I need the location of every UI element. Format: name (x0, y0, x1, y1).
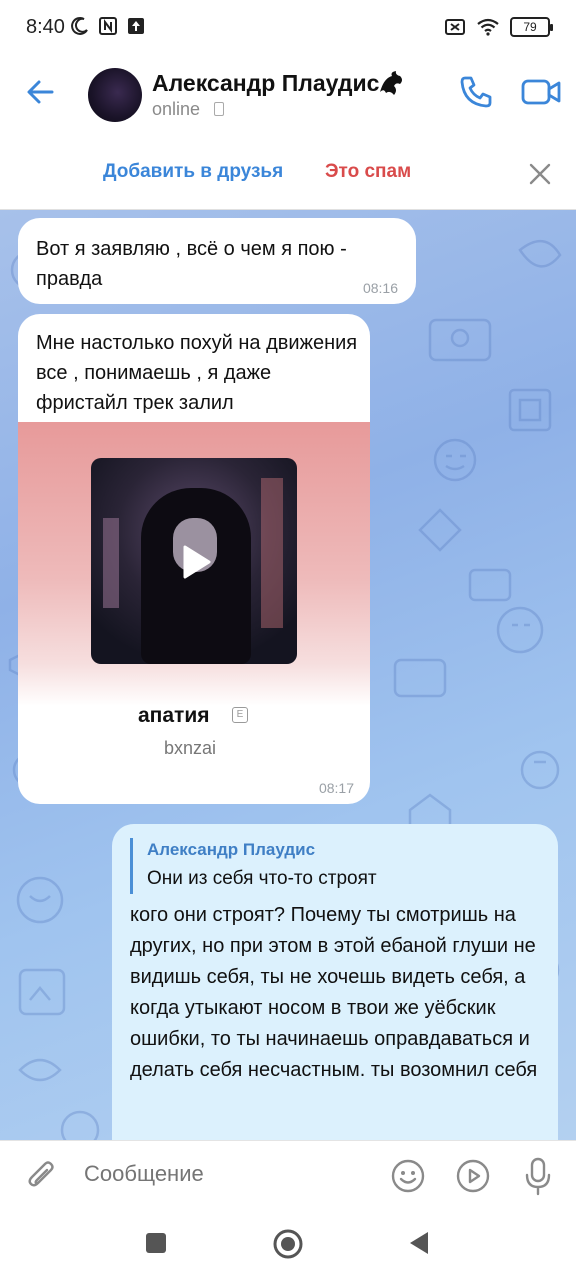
close-icon[interactable] (526, 160, 554, 188)
report-spam-button[interactable]: Это спам (325, 161, 411, 183)
video-message-icon[interactable] (455, 1158, 491, 1194)
home-button[interactable] (272, 1228, 304, 1260)
chat-area[interactable]: Вот я заявляю , всё о чем я пою - правда… (0, 210, 576, 1140)
microphone-icon[interactable] (522, 1156, 554, 1196)
recent-apps-button[interactable] (146, 1233, 166, 1253)
reply-text: Они из себя что-то строят (147, 868, 377, 889)
chat-header: Александр Плаудис online (0, 56, 576, 132)
status-time: 8:40 (26, 16, 65, 38)
actions-bar: Добавить в друзья Это спам (0, 132, 576, 210)
explicit-badge: E (232, 707, 248, 723)
contact-status: online (152, 99, 201, 119)
message-time: 08:16 (362, 280, 398, 296)
add-friend-button[interactable]: Добавить в друзья (103, 161, 283, 183)
sim-off-icon (445, 19, 465, 35)
status-bar: 8:40 79 (0, 0, 576, 56)
incoming-message-with-track[interactable]: Мне настолько похуй на движения все , по… (18, 314, 370, 804)
message-text: Вот я заявляю , всё о чем я пою - правда (36, 238, 347, 290)
dragon-emoji-icon (380, 71, 402, 95)
back-button[interactable] (406, 1230, 432, 1256)
outgoing-message[interactable]: Александр Плаудис Они из себя что-то стр… (112, 824, 558, 1140)
upload-icon (128, 18, 144, 34)
status-right-icons: 79 (444, 17, 553, 37)
system-nav-bar (0, 1210, 576, 1280)
album-cover[interactable] (91, 458, 297, 664)
video-camera-icon[interactable] (520, 72, 562, 112)
cover-light (103, 518, 119, 608)
message-text: Мне настолько похуй на движения все , по… (36, 332, 358, 414)
message-time: 08:17 (318, 780, 354, 796)
message-input-bar (0, 1140, 576, 1210)
message-input[interactable] (84, 1161, 364, 1187)
play-icon[interactable] (175, 542, 215, 582)
avatar[interactable] (88, 68, 142, 122)
incoming-message[interactable]: Вот я заявляю , всё о чем я пою - правда… (18, 218, 416, 304)
moon-icon (71, 17, 88, 35)
contact-name[interactable]: Александр Плаудис (152, 70, 379, 97)
back-arrow-icon[interactable] (22, 72, 62, 112)
emoji-icon[interactable] (390, 1158, 426, 1194)
phone-icon[interactable] (456, 72, 496, 112)
cover-light (261, 478, 283, 628)
wifi-icon (477, 18, 499, 36)
reply-author: Александр Плаудис (147, 840, 316, 859)
battery-icon: 79 (510, 17, 553, 37)
track-artist: bxnzai (164, 738, 217, 758)
status-left-icons (70, 16, 146, 36)
device-icon (214, 102, 224, 116)
track-title: апатия (138, 704, 210, 727)
reply-quote[interactable]: Александр Плаудис Они из себя что-то стр… (130, 838, 540, 894)
nfc-icon (99, 17, 117, 35)
message-text: кого они строят? Почему ты смотришь на д… (130, 904, 538, 1081)
music-attachment[interactable] (18, 422, 370, 706)
paperclip-icon[interactable] (26, 1159, 58, 1193)
